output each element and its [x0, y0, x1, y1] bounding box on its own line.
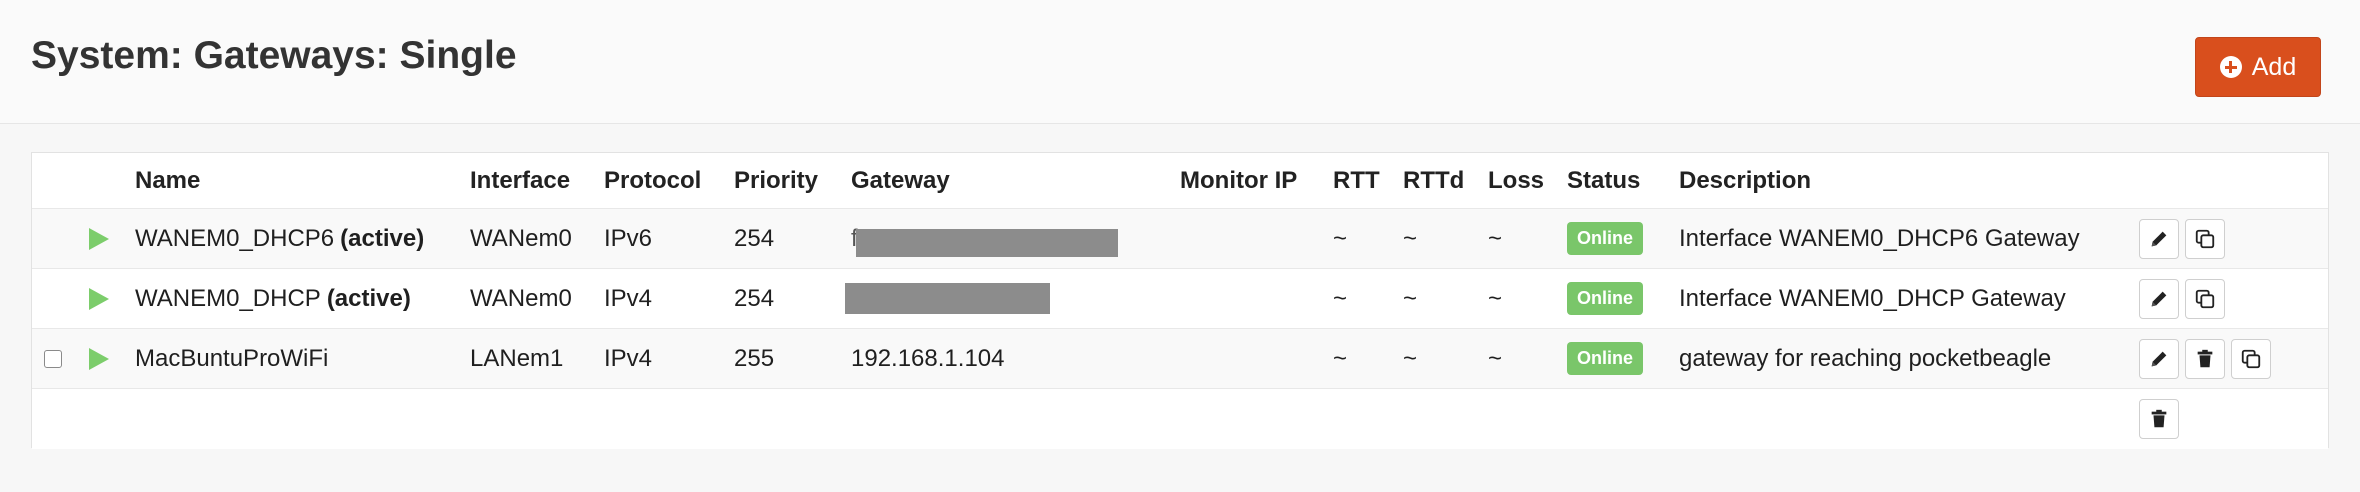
trash-icon — [2197, 349, 2213, 368]
gateway-description: Interface WANEM0_DHCP6 Gateway — [1679, 224, 2080, 252]
page-title: System: Gateways: Single — [31, 34, 517, 77]
add-button-label: Add — [2251, 52, 2297, 81]
row-play-button[interactable] — [89, 329, 109, 388]
column-header-status[interactable]: Status — [1567, 153, 1640, 208]
gateway-rtt: ~ — [1333, 284, 1348, 312]
gateways-table: Name Interface Protocol Priority Gateway… — [31, 152, 2329, 449]
column-header-rtt[interactable]: RTT — [1333, 153, 1380, 208]
gateway-rtt: ~ — [1333, 344, 1348, 372]
row-play-button[interactable] — [89, 209, 109, 268]
clone-button[interactable] — [2231, 339, 2271, 379]
gateway-priority: 254 — [734, 284, 775, 312]
pencil-icon — [2151, 231, 2167, 247]
table-footer-row — [32, 389, 2328, 449]
column-header-priority[interactable]: Priority — [734, 153, 818, 208]
row-play-button[interactable] — [89, 269, 109, 328]
row-select-checkbox[interactable] — [44, 349, 62, 368]
column-header-description[interactable]: Description — [1679, 153, 1811, 208]
status-cell: Online — [1567, 329, 1644, 388]
redacted-gateway-address — [845, 283, 1050, 314]
gateway-rtt: ~ — [1333, 224, 1348, 252]
table-row: WANEM0_DHCP6 (active) WANem0 IPv6 254 f … — [32, 209, 2328, 269]
play-icon — [89, 287, 109, 310]
gateway-name: WANEM0_DHCP (active) — [135, 269, 411, 328]
gateway-name-text: WANEM0_DHCP — [135, 284, 321, 312]
gateway-rttd: ~ — [1403, 344, 1418, 372]
clone-button[interactable] — [2185, 279, 2225, 319]
edit-button[interactable] — [2139, 279, 2179, 319]
table-row: MacBuntuProWiFi LANem1 IPv4 255 192.168.… — [32, 329, 2328, 389]
play-icon — [89, 347, 109, 370]
column-header-rttd[interactable]: RTTd — [1403, 153, 1464, 208]
page-header: System: Gateways: Single Add — [0, 0, 2360, 124]
gateway-name-text: WANEM0_DHCP6 — [135, 224, 335, 252]
column-header-monitor-ip[interactable]: Monitor IP — [1180, 153, 1297, 208]
status-cell: Online — [1567, 209, 1644, 268]
status-badge: Online — [1567, 222, 1644, 255]
column-header-protocol[interactable]: Protocol — [604, 153, 701, 208]
copy-icon — [2195, 289, 2215, 309]
status-cell: Online — [1567, 269, 1644, 328]
gateway-description: gateway for reaching pocketbeagle — [1679, 344, 2052, 372]
status-badge: Online — [1567, 342, 1644, 375]
active-tag: (active) — [326, 284, 411, 312]
edit-button[interactable] — [2139, 219, 2179, 259]
gateway-priority: 255 — [734, 344, 775, 372]
gateway-priority: 254 — [734, 224, 775, 252]
gateway-loss: ~ — [1488, 224, 1503, 252]
column-header-loss[interactable]: Loss — [1488, 153, 1544, 208]
gateway-protocol: IPv4 — [604, 344, 653, 372]
status-badge: Online — [1567, 282, 1644, 315]
copy-icon — [2241, 349, 2261, 369]
gateway-name: MacBuntuProWiFi — [135, 329, 334, 388]
gateway-protocol: IPv4 — [604, 284, 653, 312]
gateway-loss: ~ — [1488, 344, 1503, 372]
gateway-name: WANEM0_DHCP6 (active) — [135, 209, 424, 268]
add-button[interactable]: Add — [2195, 37, 2321, 97]
clone-button[interactable] — [2185, 219, 2225, 259]
gateway-address: 192.168.1.104 — [851, 344, 1005, 372]
delete-button[interactable] — [2185, 339, 2225, 379]
redacted-gateway-address — [856, 229, 1118, 257]
table-row: WANEM0_DHCP (active) WANem0 IPv4 254 ~ ~… — [32, 269, 2328, 329]
pencil-icon — [2151, 291, 2167, 307]
gateway-interface: WANem0 — [470, 284, 572, 312]
edit-button[interactable] — [2139, 339, 2179, 379]
pencil-icon — [2151, 351, 2167, 367]
gateway-rttd: ~ — [1403, 224, 1418, 252]
column-header-name[interactable]: Name — [135, 153, 200, 208]
play-icon — [89, 227, 109, 250]
gateway-name-text: MacBuntuProWiFi — [135, 344, 329, 372]
gateway-rttd: ~ — [1403, 284, 1418, 312]
trash-icon — [2151, 409, 2167, 428]
gateway-loss: ~ — [1488, 284, 1503, 312]
active-tag: (active) — [340, 224, 425, 252]
gateway-interface: LANem1 — [470, 344, 564, 372]
column-header-interface[interactable]: Interface — [470, 153, 570, 208]
delete-selected-button[interactable] — [2139, 399, 2179, 439]
row-select-cell — [44, 329, 62, 388]
table-header-row: Name Interface Protocol Priority Gateway… — [32, 153, 2328, 209]
column-header-gateway[interactable]: Gateway — [851, 153, 950, 208]
gateway-interface: WANem0 — [470, 224, 572, 252]
gateway-protocol: IPv6 — [604, 224, 653, 252]
plus-circle-icon — [2219, 56, 2242, 78]
copy-icon — [2195, 229, 2215, 249]
gateway-description: Interface WANEM0_DHCP Gateway — [1679, 284, 2066, 312]
